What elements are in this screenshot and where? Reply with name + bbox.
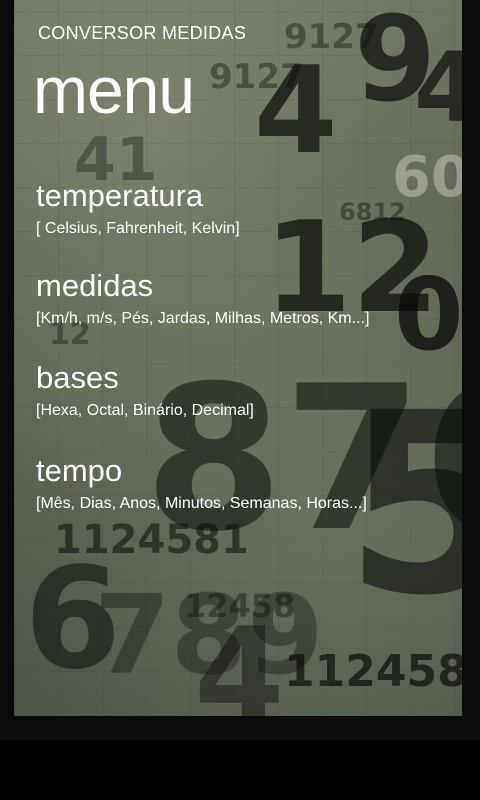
menu-item-label: temperatura: [36, 178, 204, 213]
menu-item-tempo[interactable]: tempo [Mês, Dias, Anos, Minutos, Semanas…: [0, 447, 470, 527]
menu-item-subtitle: [Km/h, m/s, Pés, Jardas, Milhas, Metros,…: [36, 310, 370, 327]
menu-item-subtitle: [Hexa, Octal, Binário, Decimal]: [36, 402, 254, 419]
menu-item-medidas[interactable]: medidas [Km/h, m/s, Pés, Jardas, Milhas,…: [0, 262, 470, 342]
app-screen: 4 9 4 60 12 0 5 876 6 789 1124581 112458…: [0, 0, 480, 800]
bottom-bar: [0, 740, 480, 800]
menu-item-temperatura[interactable]: temperatura [ Celsius, Fahrenheit, Kelvi…: [0, 172, 470, 252]
menu-item-label: bases: [36, 360, 119, 395]
menu-item-label: medidas: [36, 268, 154, 303]
app-title: CONVERSOR MEDIDAS: [38, 23, 247, 43]
page-title: menu: [33, 53, 195, 127]
menu-item-bases[interactable]: bases [Hexa, Octal, Binário, Decimal]: [0, 354, 470, 434]
menu-item-subtitle: [Mês, Dias, Anos, Minutos, Semanas, Hora…: [36, 495, 367, 512]
menu-item-label: tempo: [36, 453, 123, 488]
menu-item-subtitle: [ Celsius, Fahrenheit, Kelvin]: [36, 220, 240, 237]
